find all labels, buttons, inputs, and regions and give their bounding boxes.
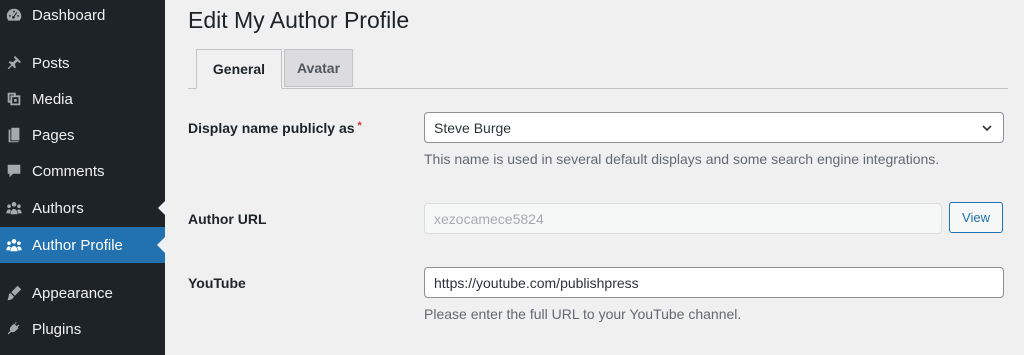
youtube-help: Please enter the full URL to your YouTub…	[424, 306, 742, 322]
sidebar-item-label: Pages	[32, 126, 75, 144]
chevron-down-icon	[982, 124, 992, 131]
sidebar-item-author-profile[interactable]: Author Profile	[0, 227, 165, 263]
media-icon	[4, 89, 24, 109]
sidebar-item-plugins[interactable]: Plugins	[0, 311, 165, 347]
sidebar-item-label: Media	[32, 90, 73, 108]
display-name-value: Steve Burge	[434, 119, 512, 136]
sidebar-item-comments[interactable]: Comments	[0, 153, 165, 189]
author-url-label: Author URL	[188, 211, 267, 227]
youtube-label: YouTube	[188, 275, 246, 291]
admin-sidebar: Dashboard Posts Media Pages Comments Aut…	[0, 0, 165, 355]
sidebar-item-label: Authors	[32, 199, 84, 217]
sidebar-item-appearance[interactable]: Appearance	[0, 275, 165, 311]
youtube-url-input[interactable]: https://youtube.com/publishpress	[424, 267, 1004, 298]
pages-icon	[4, 125, 24, 145]
display-name-select[interactable]: Steve Burge	[424, 112, 1004, 143]
pin-icon	[4, 53, 24, 73]
sidebar-item-media[interactable]: Media	[0, 81, 165, 117]
sidebar-item-posts[interactable]: Posts	[0, 45, 165, 81]
brush-icon	[4, 283, 24, 303]
sidebar-item-label: Plugins	[32, 320, 82, 338]
plugin-icon	[4, 319, 24, 339]
current-page-indicator	[157, 237, 165, 253]
sidebar-item-authors[interactable]: Authors	[0, 190, 165, 226]
dashboard-icon	[4, 5, 24, 25]
sidebar-item-dashboard[interactable]: Dashboard	[0, 0, 165, 33]
comment-icon	[4, 161, 24, 181]
sidebar-item-label: Comments	[32, 162, 105, 180]
display-name-label: Display name publicly as *	[188, 120, 362, 136]
view-button[interactable]: View	[949, 202, 1003, 233]
tab-avatar[interactable]: Avatar	[284, 49, 353, 87]
tab-general[interactable]: General	[196, 49, 282, 89]
sidebar-item-pages[interactable]: Pages	[0, 117, 165, 153]
display-name-help: This name is used in several default dis…	[424, 151, 940, 167]
authors-icon	[4, 235, 24, 255]
sidebar-item-label: Appearance	[32, 284, 113, 302]
sidebar-item-label: Author Profile	[32, 236, 123, 254]
tab-bar: General Avatar	[188, 49, 1008, 89]
required-marker: *	[357, 120, 362, 132]
author-url-field: xezocamece5824	[424, 203, 942, 234]
page-title: Edit My Author Profile	[188, 7, 410, 33]
authors-icon	[4, 198, 24, 218]
youtube-url-value: https://youtube.com/publishpress	[434, 274, 639, 291]
submenu-indicator	[158, 201, 165, 215]
author-url-value: xezocamece5824	[434, 210, 544, 227]
sidebar-item-label: Dashboard	[32, 6, 106, 24]
sidebar-item-label: Posts	[32, 54, 70, 72]
